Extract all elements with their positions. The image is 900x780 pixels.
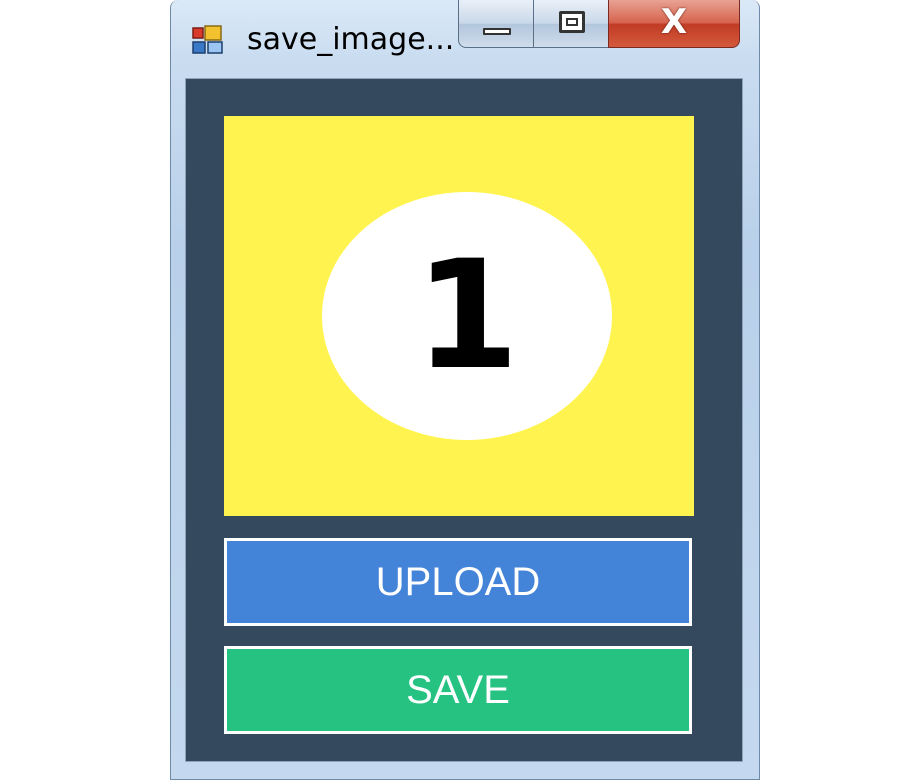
image-preview: 1 xyxy=(224,116,694,516)
window-title: save_image... xyxy=(247,22,455,57)
close-button[interactable]: X xyxy=(608,0,740,48)
close-icon: X xyxy=(660,2,688,42)
minimize-icon xyxy=(483,28,511,35)
maximize-button[interactable] xyxy=(533,0,609,48)
upload-button[interactable]: UPLOAD xyxy=(224,538,692,626)
client-area: 1 UPLOAD SAVE xyxy=(185,78,743,762)
minimize-button[interactable] xyxy=(458,0,534,48)
title-bar[interactable]: save_image... X xyxy=(171,0,759,75)
ball-number: 1 xyxy=(414,229,520,403)
save-button[interactable]: SAVE xyxy=(224,646,692,734)
app-window: save_image... X 1 UPLOAD SAVE xyxy=(170,0,760,780)
maximize-icon xyxy=(559,11,585,33)
app-icon xyxy=(192,25,223,54)
number-ball: 1 xyxy=(322,192,612,440)
